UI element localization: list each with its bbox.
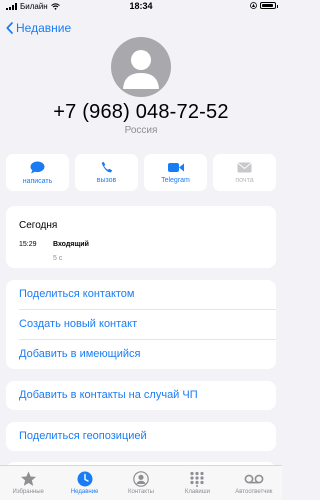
message-icon [30, 161, 45, 173]
mail-label: почта [235, 176, 254, 184]
status-bar: Билайн 18:34 [0, 0, 282, 14]
back-label: Недавние [16, 21, 72, 35]
message-button[interactable]: написать [6, 154, 69, 191]
contact-country: Россия [124, 125, 158, 136]
share-location-item[interactable]: Поделиться геопозицией [19, 430, 147, 442]
divider [19, 339, 276, 340]
tab-label: Автоответчик [235, 489, 273, 495]
contact-icon [133, 471, 149, 487]
tab-keypad[interactable]: Клавиши [169, 466, 225, 500]
emergency-contacts-list: Добавить в контакты на случай ЧП [6, 381, 276, 410]
message-label: написать [22, 177, 53, 185]
mail-button: почта [213, 154, 276, 191]
contact-actions-list: Поделиться контактом Создать новый конта… [6, 280, 276, 369]
contact-phone: +7 (968) 048-72-52 [53, 101, 229, 123]
video-icon [167, 162, 184, 172]
keypad-icon [190, 471, 205, 487]
tab-recents[interactable]: Недавние [56, 466, 112, 500]
status-time: 18:34 [129, 1, 153, 11]
chevron-left-icon [6, 22, 13, 34]
history-duration: 5 с [53, 255, 63, 262]
star-icon [20, 471, 36, 486]
person-silhouette-icon [123, 50, 159, 89]
call-label: вызов [96, 177, 117, 184]
tab-bar: Избранные Недавние Контакты Клавиши Авто… [0, 465, 282, 500]
status-right [250, 2, 278, 9]
tab-label: Избранные [12, 489, 44, 495]
avatar[interactable] [111, 37, 171, 97]
create-contact-item[interactable]: Создать новый контакт [19, 318, 137, 330]
telegram-label: Telegram [161, 176, 190, 184]
add-to-existing-item[interactable]: Добавить в имеющийся [19, 348, 140, 360]
clock-icon [77, 471, 93, 487]
tab-favorites[interactable]: Избранные [0, 466, 56, 500]
divider [19, 309, 276, 310]
add-emergency-item[interactable]: Добавить в контакты на случай ЧП [19, 389, 198, 401]
battery-icon [260, 2, 278, 9]
telegram-button[interactable]: Telegram [144, 154, 207, 191]
location-icon [250, 2, 257, 9]
history-date: Сегодня [19, 220, 58, 231]
call-history-card: Сегодня 15:29 Входящий 5 с [6, 206, 276, 268]
voicemail-icon [244, 474, 264, 484]
tab-voicemail[interactable]: Автоответчик [226, 466, 282, 500]
mail-icon [237, 162, 252, 172]
share-contact-item[interactable]: Поделиться контактом [19, 288, 135, 300]
back-button[interactable]: Недавние [6, 21, 71, 35]
tab-label: Контакты [128, 489, 154, 495]
tab-label: Клавиши [184, 489, 210, 495]
call-button[interactable]: вызов [75, 154, 138, 191]
tab-label: Недавние [70, 489, 99, 495]
history-type: Входящий [53, 241, 89, 248]
phone-icon [101, 161, 112, 173]
action-buttons: написать вызов Telegram почта [6, 154, 276, 191]
tab-contacts[interactable]: Контакты [113, 466, 169, 500]
share-location-list: Поделиться геопозицией [6, 422, 276, 451]
history-time: 15:29 [19, 241, 37, 248]
